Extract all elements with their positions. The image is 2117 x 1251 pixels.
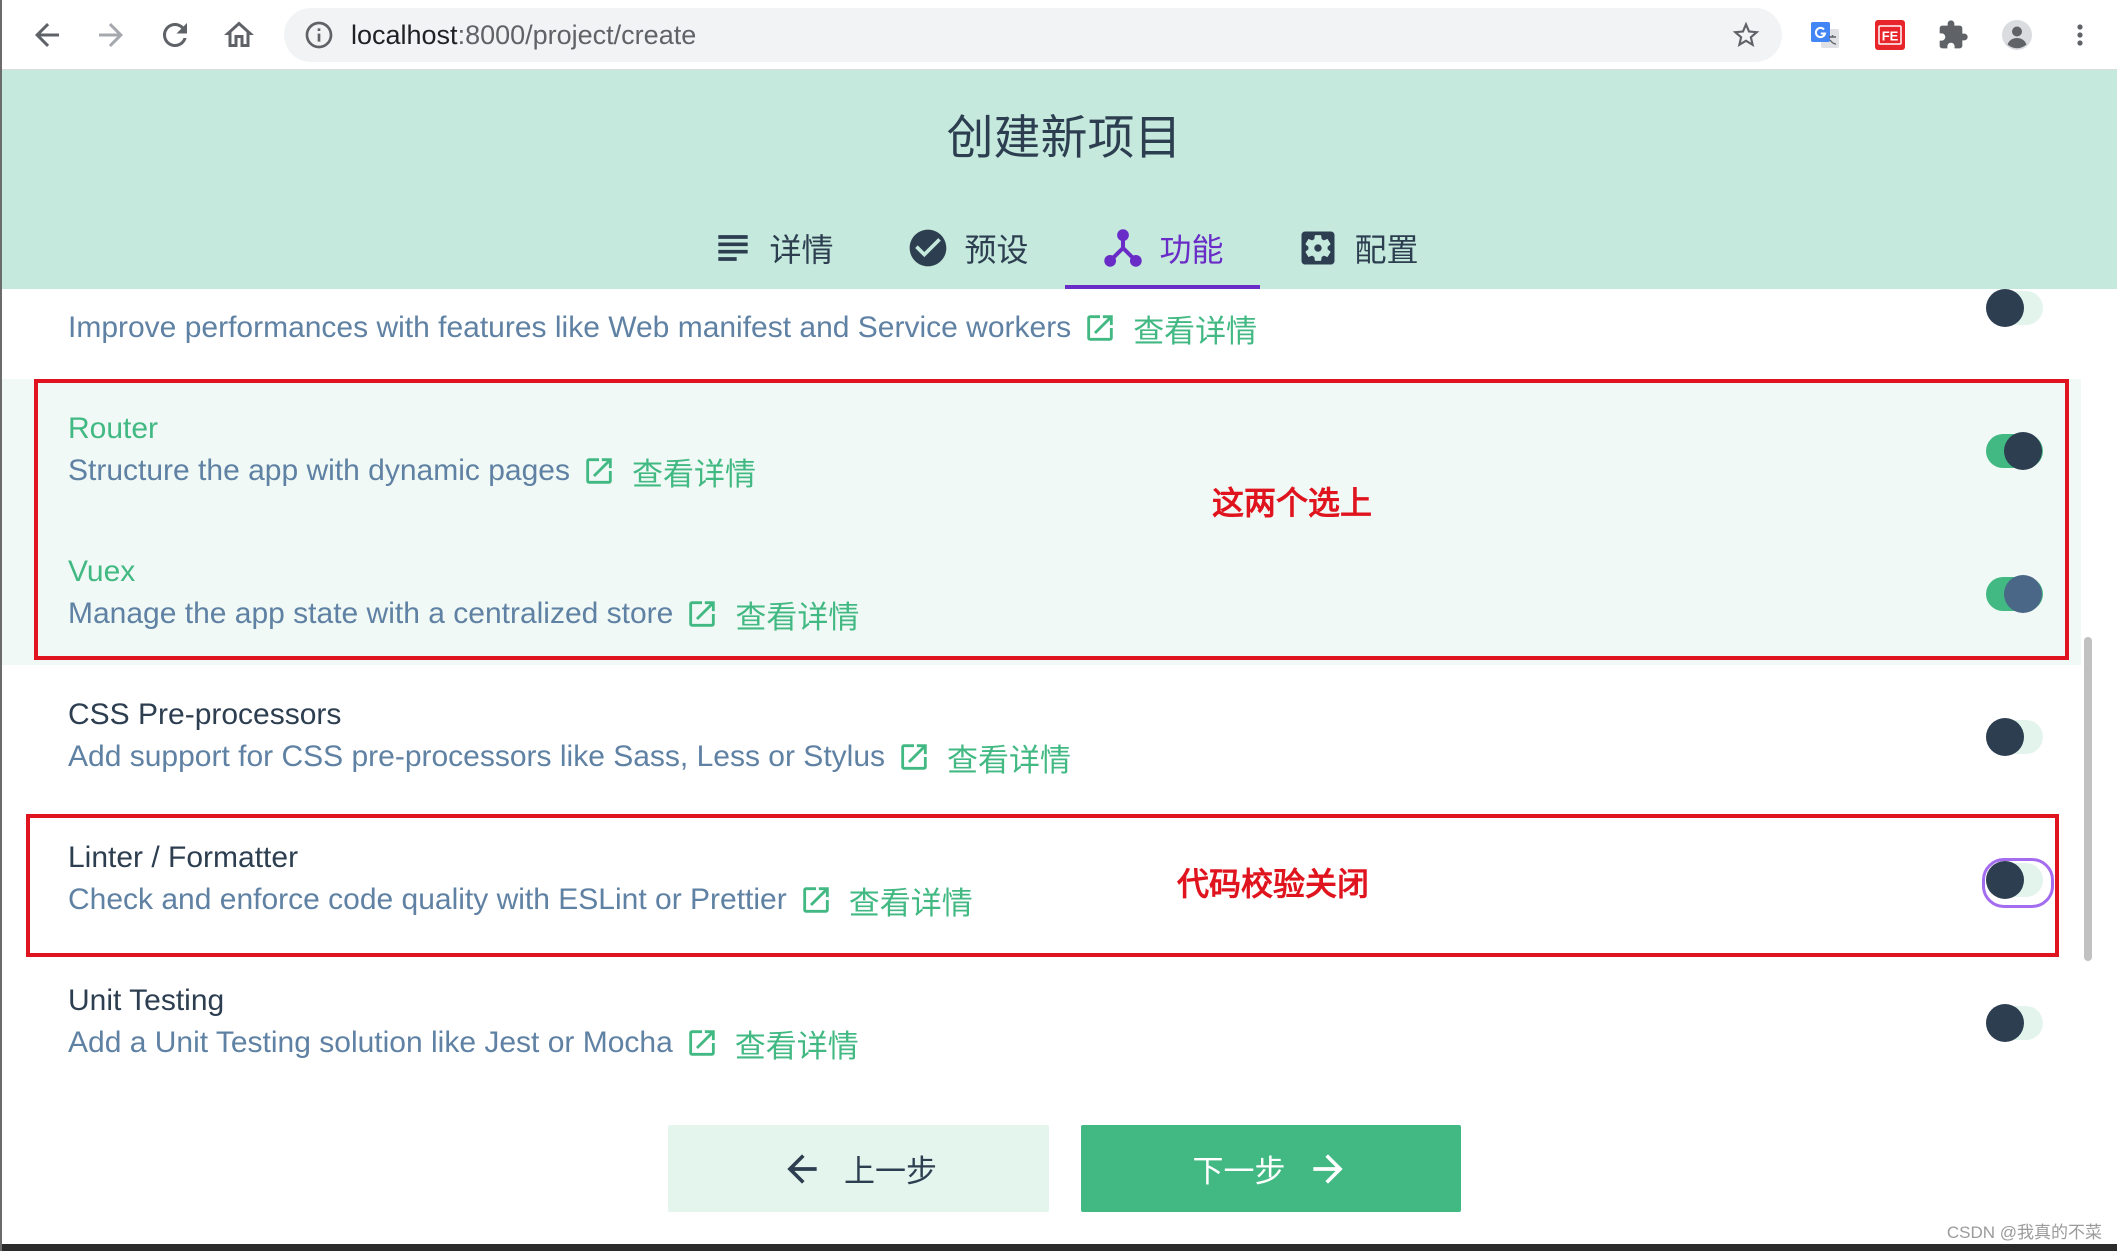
annotation-box-linter (26, 814, 2059, 957)
arrow-right-icon (1312, 1153, 1343, 1184)
feature-description: Add a Unit Testing solution like Jest or… (68, 1026, 673, 1059)
tab-config[interactable]: 配置 (1260, 206, 1455, 289)
feature-title: CSS Pre-processors (68, 698, 342, 731)
details-link[interactable]: 查看详情 (947, 735, 1071, 780)
toggle-knob (1986, 289, 2024, 327)
external-link-icon[interactable] (897, 740, 931, 774)
settings-icon (1301, 231, 1335, 264)
feature-title: Unit Testing (68, 984, 225, 1017)
browser-toolbar: localhost:8000/project/create FE (0, 0, 2117, 70)
feature-list: Improve performances with features like … (0, 236, 2081, 1094)
feature-description-line: Add support for CSS pre-processors like … (68, 736, 1071, 778)
external-link-icon[interactable] (685, 1026, 719, 1060)
annotation-linter-note: 代码校验关闭 (1177, 866, 1370, 902)
url-host: localhost (351, 20, 458, 50)
tab-details[interactable]: 详情 (675, 206, 870, 289)
scrollbar-thumb[interactable] (2084, 637, 2092, 961)
url-path: :8000/project/create (457, 20, 697, 50)
details-link[interactable]: 查看详情 (1133, 306, 1257, 351)
feature-description-line: Improve performances with features like … (68, 307, 1257, 349)
home-icon[interactable] (221, 17, 257, 53)
check-circle-icon (910, 229, 947, 266)
window-bottom-edge (0, 1244, 2117, 1251)
url-text[interactable]: localhost:8000/project/create (351, 8, 696, 62)
external-link-icon[interactable] (1083, 311, 1117, 345)
extensions-puzzle-icon[interactable] (1937, 19, 1969, 51)
feature-toggle[interactable] (1986, 718, 2043, 756)
feature-description-line: Add a Unit Testing solution like Jest or… (68, 1022, 859, 1064)
profile-avatar-icon[interactable] (2001, 19, 2033, 51)
tab-label: 预设 (964, 231, 1029, 268)
list-icon (718, 234, 749, 261)
feature-description: Add support for CSS pre-processors like … (68, 740, 886, 773)
feature-row-unit-testing[interactable]: Unit Testing Add a Unit Testing solution… (0, 951, 2081, 1094)
previous-step-button[interactable]: 上一步 (668, 1125, 1049, 1212)
info-icon[interactable] (303, 19, 335, 51)
step-tabs: 详情 预设 功能 配置 (675, 206, 1455, 289)
project-create-header: 创建新项目 详情 预设 功能 配置 (0, 70, 2117, 289)
next-step-button[interactable]: 下一步 (1081, 1125, 1461, 1212)
page-title: 创建新项目 (946, 111, 1182, 164)
fe-helper-icon[interactable]: FE (1874, 19, 1906, 51)
annotation-select-note: 这两个选上 (1212, 485, 1373, 521)
more-vert-icon[interactable] (2064, 19, 2096, 51)
window-left-edge (0, 0, 2, 1251)
feature-description: Improve performances with features like … (68, 311, 1072, 344)
address-bar[interactable]: localhost:8000/project/create (284, 8, 1782, 62)
reload-icon[interactable] (157, 17, 193, 53)
toggle-knob (1986, 718, 2024, 756)
details-link[interactable]: 查看详情 (735, 1021, 859, 1066)
vertical-scrollbar[interactable] (2081, 289, 2095, 1244)
forward-arrow-icon[interactable] (93, 17, 129, 53)
watermark: CSDN @我真的不菜 (1946, 1223, 2102, 1242)
feature-toggle[interactable] (1986, 289, 2043, 327)
tab-presets[interactable]: 预设 (870, 206, 1065, 289)
feature-toggle[interactable] (1986, 1004, 2043, 1042)
tab-label: 功能 (1159, 231, 1224, 268)
feature-text: CSS Pre-processors Add support for CSS p… (68, 694, 1071, 778)
back-arrow-icon[interactable] (29, 17, 65, 53)
tab-label: 详情 (769, 231, 834, 268)
annotation-box-router-vuex (34, 379, 2069, 660)
tab-features[interactable]: 功能 (1065, 206, 1260, 289)
toggle-knob (1986, 1004, 2024, 1042)
arrow-left-icon (787, 1153, 817, 1184)
previous-step-label: 上一步 (844, 1154, 937, 1189)
feature-row-css-preprocessors[interactable]: CSS Pre-processors Add support for CSS p… (0, 665, 2081, 808)
next-step-label: 下一步 (1192, 1154, 1286, 1189)
fe-helper-label: FE (1882, 29, 1899, 44)
feature-tree-icon (1104, 228, 1143, 267)
google-translate-icon[interactable] (1809, 19, 1841, 51)
tab-label: 配置 (1354, 231, 1419, 268)
feature-text: Unit Testing Add a Unit Testing solution… (68, 980, 859, 1064)
star-icon[interactable] (1730, 19, 1762, 51)
